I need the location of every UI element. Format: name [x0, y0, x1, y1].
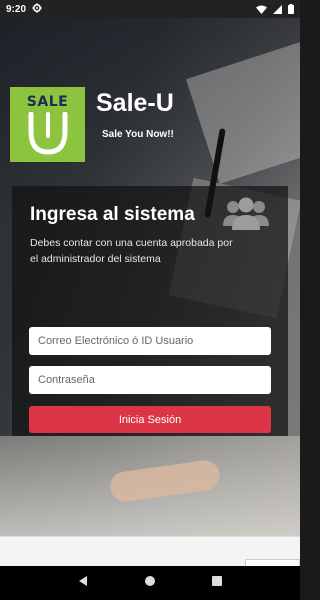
email-field[interactable]: [29, 327, 271, 355]
logo-u-icon: [28, 112, 67, 155]
system-nav-bar: [0, 566, 300, 600]
recents-icon[interactable]: [211, 574, 223, 592]
login-panel: Ingresa al sistema Debes contar con una …: [12, 186, 288, 436]
ad-banner[interactable]: [0, 536, 300, 567]
status-bar: 9:20: [0, 0, 300, 18]
login-button[interactable]: Inicia Sesión: [29, 406, 271, 433]
login-description: Debes contar con una cuenta aprobada por…: [30, 237, 233, 266]
wifi-icon: [256, 5, 267, 14]
logo-text: SALE: [26, 94, 69, 110]
back-icon[interactable]: [77, 574, 89, 592]
background-paper: [185, 42, 300, 184]
status-icons: [256, 4, 294, 14]
battery-icon: [288, 4, 294, 14]
login-heading: Ingresa al sistema: [30, 204, 195, 225]
signal-icon: [273, 4, 282, 14]
password-field[interactable]: [29, 366, 271, 394]
app-title: Sale-U: [96, 89, 174, 117]
app-tagline: Sale You Now!!: [102, 129, 174, 140]
brand-block: Sale-U Sale You Now!!: [96, 89, 174, 140]
settings-gear-icon: [32, 2, 42, 16]
app-logo: SALE: [10, 87, 85, 162]
home-icon[interactable]: [144, 574, 156, 592]
status-time: 9:20: [6, 3, 27, 15]
users-group-icon: [222, 194, 270, 239]
